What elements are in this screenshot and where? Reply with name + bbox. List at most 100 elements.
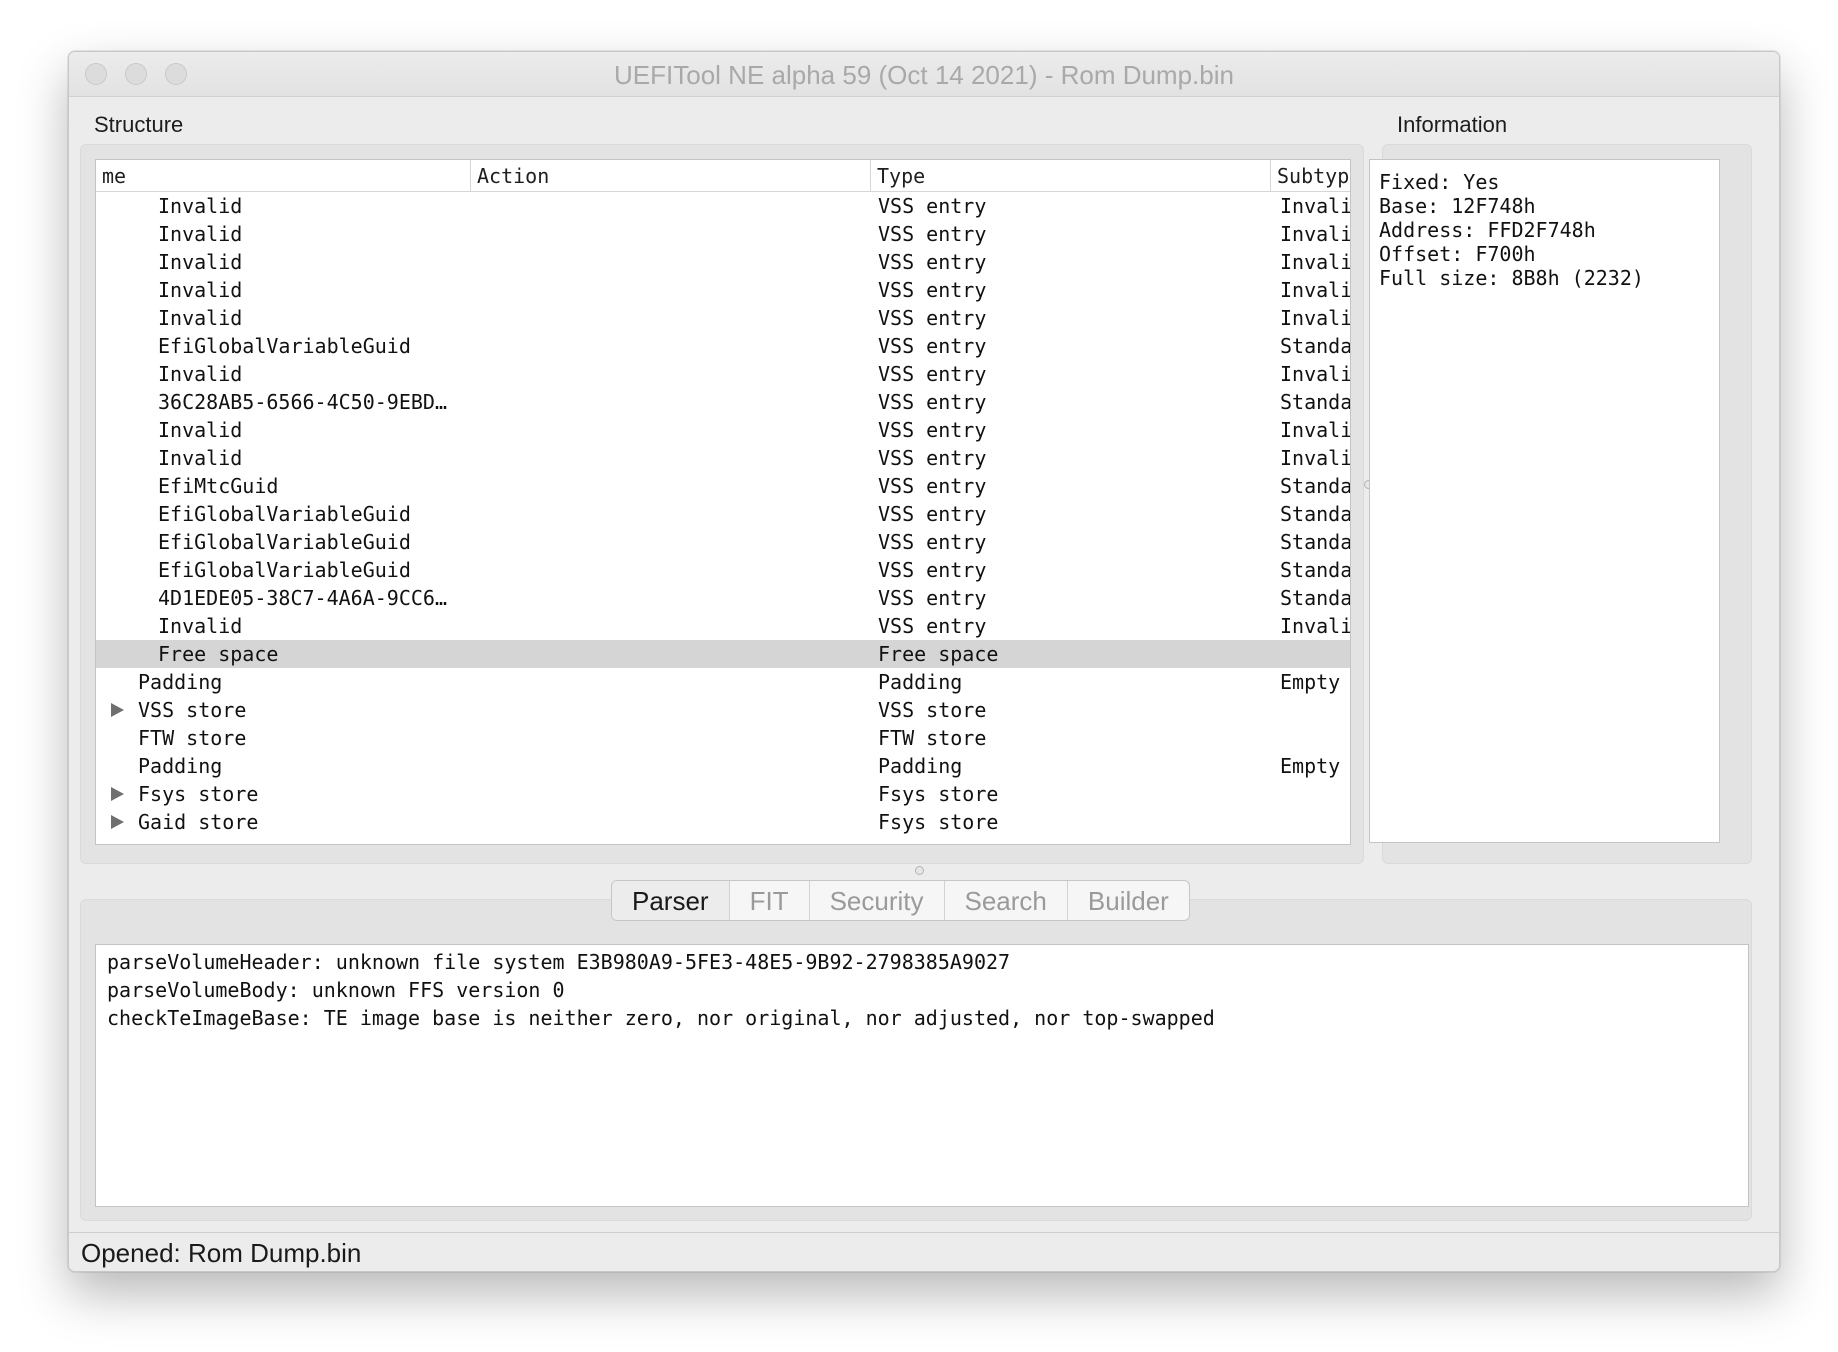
row-subtype: Invali	[1280, 614, 1350, 638]
row-type: VSS entry	[878, 306, 987, 330]
row-name: Invalid	[158, 194, 243, 218]
row-subtype: Invali	[1280, 278, 1350, 302]
row-type: Fsys store	[878, 810, 999, 834]
tree-row[interactable]: EfiGlobalVariableGuid VSS entry Standa	[96, 528, 1350, 556]
tree-row[interactable]: Invalid VSS entry Invali	[96, 276, 1350, 304]
tree-row[interactable]: VSS store VSS store	[96, 696, 1350, 724]
tree-row[interactable]: Invalid VSS entry Invali	[96, 612, 1350, 640]
tree-row[interactable]: EfiMtcGuid VSS entry Standa	[96, 472, 1350, 500]
tree-row[interactable]: Free space Free space	[96, 640, 1350, 668]
row-type: FTW store	[878, 726, 987, 750]
structure-tree[interactable]: me Action Type Subtyp Invalid VSS entry In…	[95, 159, 1351, 845]
tab-fit[interactable]: FIT	[728, 881, 809, 920]
tree-row[interactable]: Padding Padding Empty	[96, 668, 1350, 696]
row-subtype: Invali	[1280, 306, 1350, 330]
row-type: VSS entry	[878, 558, 987, 582]
row-subtype	[1280, 724, 1350, 752]
row-type: Free space	[878, 642, 999, 666]
row-type: VSS entry	[878, 474, 987, 498]
tab-search[interactable]: Search	[943, 881, 1067, 920]
row-name: Invalid	[158, 614, 243, 638]
parser-messages[interactable]: parseVolumeHeader: unknown file system E…	[95, 944, 1749, 1207]
row-name: Invalid	[158, 250, 243, 274]
row-subtype: Standa	[1280, 530, 1350, 554]
row-type: VSS entry	[878, 530, 987, 554]
row-name: Gaid store	[138, 810, 259, 834]
row-subtype	[1280, 780, 1350, 808]
info-line: Fixed: Yes	[1379, 170, 1500, 194]
row-name: 36C28AB5-6566-4C50-9EBD…	[158, 390, 447, 414]
information-label: Information	[1397, 112, 1508, 137]
tree-row[interactable]: EfiGlobalVariableGuid VSS entry Standa	[96, 500, 1350, 528]
tree-row[interactable]: Invalid VSS entry Invali	[96, 192, 1350, 220]
tab-parser[interactable]: Parser	[612, 881, 729, 920]
tree-row[interactable]: EfiGlobalVariableGuid VSS entry Standa	[96, 556, 1350, 584]
row-type: VSS entry	[878, 446, 987, 470]
row-type: Padding	[878, 754, 963, 778]
log-message[interactable]: checkTeImageBase: TE image base is neith…	[107, 1004, 1737, 1032]
info-line: Offset: F700h	[1379, 242, 1536, 266]
log-message[interactable]: parseVolumeHeader: unknown file system E…	[107, 948, 1737, 976]
column-header-subtype[interactable]: Subtyp	[1270, 160, 1350, 191]
horizontal-splitter-handle[interactable]	[915, 866, 924, 875]
tree-body: Invalid VSS entry Invali Invalid VSS entry In…	[96, 192, 1350, 844]
row-name: Invalid	[158, 446, 243, 470]
row-subtype: Invali	[1280, 250, 1350, 274]
row-name: Invalid	[158, 222, 243, 246]
title-bar[interactable]: UEFITool NE alpha 59 (Oct 14 2021) - Rom…	[69, 52, 1779, 97]
row-subtype: Standa	[1280, 558, 1350, 582]
column-header-type[interactable]: Type	[870, 160, 1270, 191]
row-name: Invalid	[158, 362, 243, 386]
tree-row[interactable]: Invalid VSS entry Invali	[96, 360, 1350, 388]
tree-row[interactable]: Invalid VSS entry Invali	[96, 416, 1350, 444]
row-name: 4D1EDE05-38C7-4A6A-9CC6…	[158, 586, 447, 610]
tree-row[interactable]: FTW store FTW store	[96, 724, 1350, 752]
row-subtype: Standa	[1280, 502, 1350, 526]
row-name: VSS store	[138, 698, 247, 722]
row-type: Fsys store	[878, 782, 999, 806]
row-subtype: Invali	[1280, 362, 1350, 386]
status-bar: Opened: Rom Dump.bin	[69, 1232, 1779, 1271]
tree-row[interactable]: Invalid VSS entry Invali	[96, 248, 1350, 276]
column-header-action[interactable]: Action	[470, 160, 870, 191]
tab-security[interactable]: Security	[808, 881, 944, 920]
row-name: EfiMtcGuid	[158, 474, 279, 498]
tree-row[interactable]: 36C28AB5-6566-4C50-9EBD… VSS entry Standa	[96, 388, 1350, 416]
row-type: VSS entry	[878, 222, 987, 246]
row-subtype	[1280, 696, 1350, 724]
row-name: FTW store	[138, 726, 247, 750]
tree-row[interactable]: Gaid store Fsys store	[96, 808, 1350, 836]
tab-builder[interactable]: Builder	[1066, 881, 1189, 920]
row-type: Padding	[878, 670, 963, 694]
tree-header: me Action Type Subtyp	[96, 160, 1350, 192]
row-subtype: Empty	[1280, 670, 1341, 694]
row-subtype: Invali	[1280, 194, 1350, 218]
row-name: EfiGlobalVariableGuid	[158, 334, 411, 358]
row-type: VSS entry	[878, 250, 987, 274]
tree-row[interactable]: Fsys store Fsys store	[96, 780, 1350, 808]
tree-row[interactable]: Invalid VSS entry Invali	[96, 304, 1350, 332]
row-name: EfiGlobalVariableGuid	[158, 502, 411, 526]
information-panel: Fixed: Yes Base: 12F748h Address: FFD2F748…	[1369, 159, 1720, 843]
messages-tab-bar: Parser FIT Security Search Builder	[611, 880, 1190, 921]
row-name: Padding	[138, 670, 223, 694]
row-name: Invalid	[158, 278, 243, 302]
structure-label: Structure	[94, 112, 184, 137]
row-subtype: Empty	[1280, 754, 1341, 778]
column-header-name[interactable]: me	[96, 160, 470, 191]
row-subtype	[1280, 640, 1350, 668]
row-name: Padding	[138, 754, 223, 778]
log-message[interactable]: parseVolumeBody: unknown FFS version 0	[107, 976, 1737, 1004]
row-type: VSS entry	[878, 586, 987, 610]
row-type: VSS entry	[878, 278, 987, 302]
tree-row[interactable]: Padding Padding Empty	[96, 752, 1350, 780]
row-name: EfiGlobalVariableGuid	[158, 558, 411, 582]
row-type: VSS entry	[878, 194, 987, 218]
row-subtype: Standa	[1280, 390, 1350, 414]
row-type: VSS entry	[878, 502, 987, 526]
info-line: Base: 12F748h	[1379, 194, 1536, 218]
tree-row[interactable]: 4D1EDE05-38C7-4A6A-9CC6… VSS entry Standa	[96, 584, 1350, 612]
tree-row[interactable]: Invalid VSS entry Invali	[96, 444, 1350, 472]
tree-row[interactable]: Invalid VSS entry Invali	[96, 220, 1350, 248]
tree-row[interactable]: EfiGlobalVariableGuid VSS entry Standa	[96, 332, 1350, 360]
